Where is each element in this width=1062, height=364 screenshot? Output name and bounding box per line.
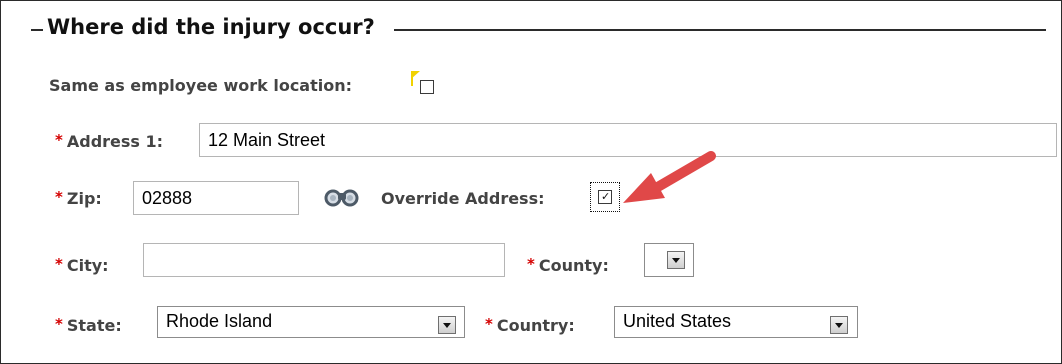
city-label-wrap: * City:: [55, 255, 109, 275]
state-select[interactable]: Rhode Island: [157, 306, 465, 338]
county-select[interactable]: [644, 243, 694, 277]
zip-label-wrap: * Zip:: [55, 188, 102, 208]
county-dropdown-arrow-icon[interactable]: [667, 251, 685, 269]
fieldset-border-left: [31, 29, 43, 31]
section-title: Where did the injury occur?: [47, 15, 375, 39]
address1-label-wrap: * Address 1:: [55, 131, 164, 151]
required-marker: *: [55, 188, 63, 206]
required-marker: *: [485, 315, 493, 333]
fieldset-border-right: [394, 29, 1046, 31]
address1-label: Address 1:: [66, 132, 164, 151]
country-label: Country:: [496, 316, 575, 335]
required-marker: *: [55, 131, 63, 149]
required-marker: *: [55, 315, 63, 333]
binoculars-icon[interactable]: [323, 189, 361, 211]
flag-icon: [411, 71, 420, 79]
country-select[interactable]: United States: [614, 306, 858, 338]
zip-input[interactable]: 02888: [133, 181, 299, 215]
country-value: United States: [623, 311, 732, 331]
same-as-work-checkbox[interactable]: [420, 80, 434, 94]
annotation-arrow-icon: [623, 151, 716, 203]
city-label: City:: [66, 256, 109, 275]
country-dropdown-arrow-icon[interactable]: [830, 316, 848, 334]
required-marker: *: [55, 255, 63, 273]
same-as-work-label: Same as employee work location:: [49, 76, 353, 95]
override-address-label: Override Address:: [381, 189, 545, 208]
state-label: State:: [66, 316, 122, 335]
required-marker: *: [527, 255, 535, 273]
city-input[interactable]: [143, 243, 505, 277]
county-label-wrap: * County:: [527, 255, 609, 275]
zip-label: Zip:: [66, 189, 102, 208]
state-dropdown-arrow-icon[interactable]: [438, 316, 456, 334]
state-value: Rhode Island: [166, 311, 273, 331]
override-address-checkbox[interactable]: ✓: [598, 190, 612, 204]
injury-location-form: Where did the injury occur? Same as empl…: [0, 0, 1062, 364]
county-label: County:: [538, 256, 609, 275]
check-mark-icon: ✓: [601, 190, 611, 203]
country-label-wrap: * Country:: [485, 315, 575, 335]
state-label-wrap: * State:: [55, 315, 122, 335]
